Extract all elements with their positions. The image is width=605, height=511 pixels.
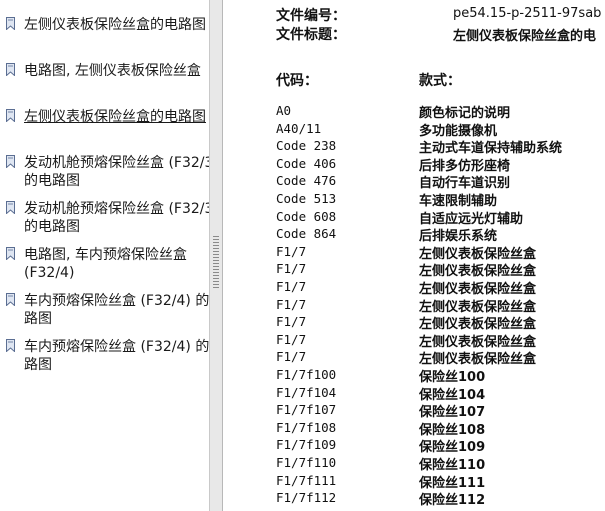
row-code: F1/7f109 <box>276 437 337 453</box>
bookmark-icon <box>6 155 15 168</box>
bookmark-item[interactable]: 车内预熔保险丝盒 (F32/4) 的电路图 <box>0 292 210 328</box>
row-code: Code 238 <box>276 138 337 154</box>
row-code: F1/7 <box>276 279 307 294</box>
row-description: 左侧仪表板保险丝盒 <box>419 246 537 262</box>
bookmark-label: 电路图, 车内预熔保险丝盒 (F32/4) <box>24 247 187 281</box>
row-description: 后排娱乐系统 <box>419 229 498 245</box>
row-description: 保险丝112 <box>419 493 486 509</box>
row-code: A0 <box>276 103 292 118</box>
bookmarks-panel: 左侧仪表板保险丝盒的电路图 电路图, 左侧仪表板保险丝盒 左侧仪表板保险丝盒的电路图… <box>0 0 210 511</box>
row-description: 保险丝107 <box>419 405 486 421</box>
bookmark-item[interactable]: 电路图, 左侧仪表板保险丝盒 <box>0 62 209 80</box>
bookmark-label: 车内预熔保险丝盒 (F32/4) 的电路图 <box>24 293 210 327</box>
row-description: 车速限制辅助 <box>419 194 498 209</box>
row-code: F1/7f104 <box>276 384 337 400</box>
bookmark-label: 左侧仪表板保险丝盒的电路图 <box>24 17 206 33</box>
row-code: Code 513 <box>276 191 337 206</box>
row-code: F1/7f107 <box>276 402 337 418</box>
row-code: F1/7f112 <box>276 490 337 506</box>
row-description: 颜色标记的说明 <box>419 106 511 121</box>
bookmark-item[interactable]: 左侧仪表板保险丝盒的电路图 <box>0 16 209 34</box>
row-description: 左侧仪表板保险丝盒 <box>419 264 537 280</box>
file-number-label: 文件编号： <box>276 8 346 24</box>
row-description: 多功能摄像机 <box>419 123 498 139</box>
bookmark-label: 车内预熔保险丝盒 (F32/4) 的电路图 <box>24 339 210 373</box>
bookmark-label: 左侧仪表板保险丝盒的电路图 <box>24 109 206 125</box>
bookmark-label: 发动机舱预熔保险丝盒 (F32/3) 的电路图 <box>24 155 210 189</box>
row-description: 左侧仪表板保险丝盒 <box>419 334 537 350</box>
bookmark-icon <box>6 293 15 306</box>
bookmark-icon <box>6 247 15 260</box>
file-title-value: 左侧仪表板保险丝盒的电 <box>453 29 597 44</box>
row-code: F1/7 <box>276 314 307 330</box>
bookmark-item[interactable]: 左侧仪表板保险丝盒的电路图 <box>0 108 209 126</box>
document-page: 文件编号： pe54.15-p-2511-97sab 文件标题： 左侧仪表板保险… <box>223 0 605 511</box>
row-description: 保险丝111 <box>419 475 486 491</box>
bookmark-icon <box>6 109 15 122</box>
bookmark-label: 发动机舱预熔保险丝盒 (F32/3) 的电路图 <box>24 201 210 235</box>
row-description: 左侧仪表板保险丝盒 <box>419 299 537 315</box>
splitter-grip-icon[interactable] <box>213 236 219 290</box>
bookmark-item[interactable]: 车内预熔保险丝盒 (F32/4) 的电路图 <box>0 338 210 374</box>
bookmark-icon <box>6 201 15 214</box>
bookmark-item[interactable]: 电路图, 车内预熔保险丝盒 (F32/4) <box>0 246 209 282</box>
row-description: 左侧仪表板保险丝盒 <box>419 352 537 368</box>
style-column-header: 款式： <box>419 73 461 89</box>
row-code: F1/7f111 <box>276 472 337 488</box>
file-title-label: 文件标题： <box>276 27 346 43</box>
row-description: 保险丝108 <box>419 422 486 438</box>
bookmark-icon <box>6 339 15 352</box>
row-code: F1/7 <box>276 243 307 259</box>
row-description: 左侧仪表板保险丝盒 <box>419 317 537 333</box>
row-description: 保险丝104 <box>419 387 486 403</box>
row-code: Code 406 <box>276 155 337 171</box>
row-description: 自动行车道识别 <box>419 176 511 192</box>
row-code: F1/7 <box>276 261 307 277</box>
bookmark-icon <box>6 17 15 30</box>
row-description: 保险丝110 <box>419 458 486 473</box>
row-code: A40/11 <box>276 120 322 136</box>
row-description: 自适应远光灯辅助 <box>419 211 524 227</box>
row-code: F1/7 <box>276 331 307 347</box>
row-code: F1/7f110 <box>276 455 337 470</box>
row-code: F1/7 <box>276 296 307 312</box>
bookmark-icon <box>6 63 15 76</box>
bookmark-item[interactable]: 发动机舱预熔保险丝盒 (F32/3) 的电路图 <box>0 200 210 236</box>
row-description: 主动式车道保持辅助系统 <box>419 141 563 157</box>
row-code: F1/7f108 <box>276 419 337 435</box>
row-code: Code 864 <box>276 226 337 242</box>
row-code: F1/7f100 <box>276 367 337 382</box>
row-code: Code 476 <box>276 173 337 189</box>
row-code: Code 608 <box>276 208 337 224</box>
bookmark-item[interactable]: 发动机舱预熔保险丝盒 (F32/3) 的电路图 <box>0 154 210 190</box>
row-description: 保险丝100 <box>419 370 486 385</box>
row-description: 左侧仪表板保险丝盒 <box>419 282 537 297</box>
row-description: 保险丝109 <box>419 440 486 456</box>
row-description: 后排多仿形座椅 <box>419 158 511 174</box>
file-number-value: pe54.15-p-2511-97sab <box>453 6 602 21</box>
code-column-header: 代码： <box>276 73 318 89</box>
row-code: F1/7 <box>276 349 307 365</box>
bookmark-label: 电路图, 左侧仪表板保险丝盒 <box>24 63 201 79</box>
